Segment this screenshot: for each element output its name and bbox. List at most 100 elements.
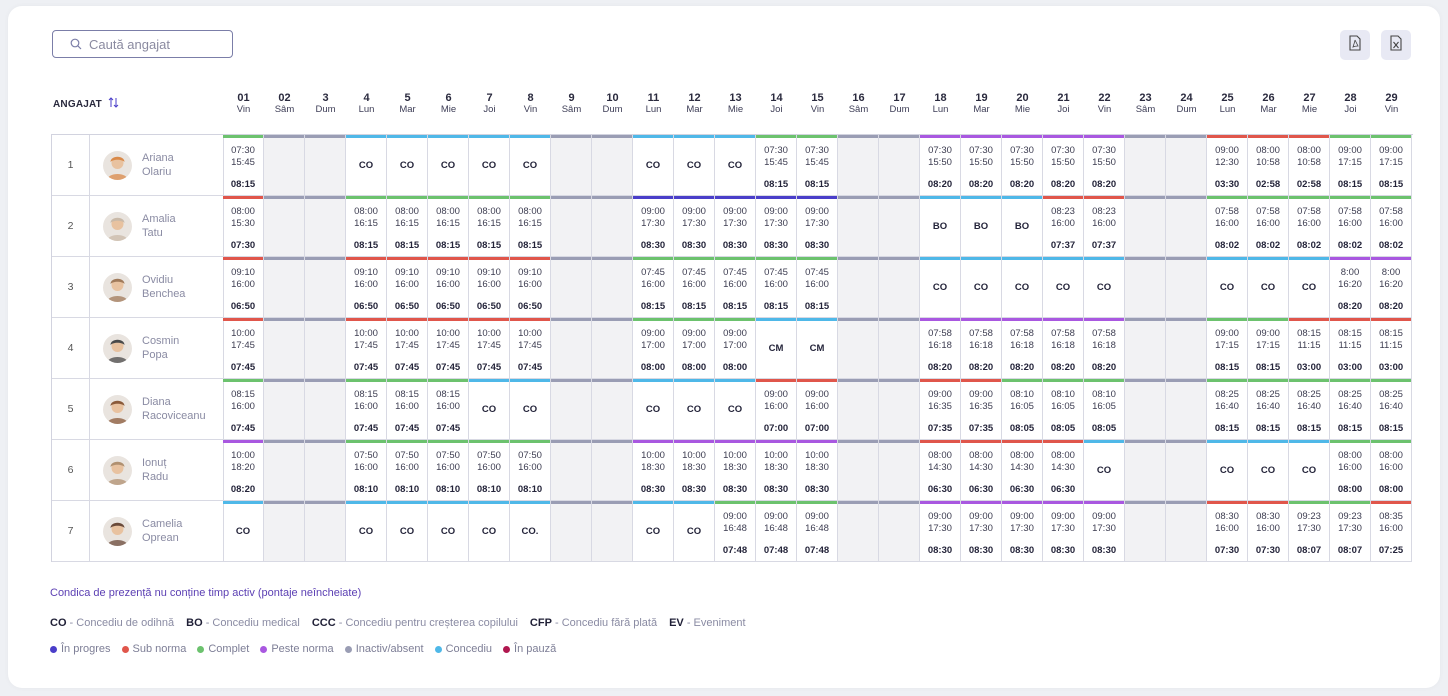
day-cell[interactable]: 10:00 17:45 07:45	[223, 318, 264, 379]
export-excel-button[interactable]	[1381, 30, 1411, 60]
employee-row[interactable]: 7 Camelia Oprean CO CO CO CO CO CO. CO CO 09:00 16:4…	[52, 501, 1413, 562]
day-cell[interactable]: 07:30 15:50 08:20	[920, 135, 961, 196]
employee-name[interactable]: Ariana Olariu	[142, 151, 174, 179]
day-cell[interactable]: 10:00 18:30 08:30	[674, 440, 715, 501]
day-cell[interactable]: 10:00 17:45 07:45	[428, 318, 469, 379]
day-cell[interactable]: CO	[1043, 257, 1084, 318]
day-cell[interactable]: 08:00 10:58 02:58	[1248, 135, 1289, 196]
day-cell[interactable]: 10:00 17:45 07:45	[510, 318, 551, 379]
day-cell[interactable]: CO	[346, 135, 387, 196]
day-cell[interactable]: 09:00 17:00 08:00	[715, 318, 756, 379]
employee-cell[interactable]: Diana Racoviceanu	[90, 379, 224, 440]
day-cell[interactable]: 07:58 16:18 08:20	[961, 318, 1002, 379]
day-cell[interactable]: 08:00 16:15 08:15	[428, 196, 469, 257]
day-cell[interactable]: CO	[223, 501, 264, 562]
day-cell[interactable]: 07:30 15:45 08:15	[756, 135, 797, 196]
day-cell[interactable]: 07:58 16:00 08:02	[1207, 196, 1248, 257]
employee-name[interactable]: Ionuț Radu	[142, 456, 168, 484]
day-cell[interactable]: 09:23 17:30 08:07	[1289, 501, 1330, 562]
employee-row[interactable]: 3 Ovidiu Benchea 09:10 16:00 06:50 09:10 16:00 0…	[52, 257, 1413, 318]
day-cell[interactable]: 07:30 15:50 08:20	[1084, 135, 1125, 196]
day-cell[interactable]: 08:25 16:40 08:15	[1248, 379, 1289, 440]
day-cell[interactable]: 08:00 16:15 08:15	[387, 196, 428, 257]
day-cell[interactable]: 07:50 16:00 08:10	[346, 440, 387, 501]
employee-cell[interactable]: Ariana Olariu	[90, 135, 224, 196]
day-cell[interactable]: 09:00 16:48 07:48	[756, 501, 797, 562]
search-box[interactable]	[52, 30, 233, 58]
day-cell[interactable]: CO	[469, 501, 510, 562]
day-cell[interactable]: 10:00 18:30 08:30	[633, 440, 674, 501]
day-cell[interactable]: 09:00 17:30 08:30	[797, 196, 838, 257]
day-cell[interactable]: CO	[920, 257, 961, 318]
day-cell[interactable]: CO	[346, 501, 387, 562]
day-cell[interactable]: 07:30 15:50 08:20	[1002, 135, 1043, 196]
employee-cell[interactable]: Ovidiu Benchea	[90, 257, 224, 318]
day-cell[interactable]: 07:50 16:00 08:10	[428, 440, 469, 501]
day-cell[interactable]: 08:23 16:00 07:37	[1043, 196, 1084, 257]
day-cell[interactable]: 08:25 16:40 08:15	[1371, 379, 1412, 440]
day-cell[interactable]: BO	[1002, 196, 1043, 257]
day-cell[interactable]: 09:10 16:00 06:50	[223, 257, 264, 318]
day-cell[interactable]: 07:45 16:00 08:15	[715, 257, 756, 318]
day-cell[interactable]: CO	[715, 135, 756, 196]
day-cell[interactable]: 09:10 16:00 06:50	[469, 257, 510, 318]
day-cell[interactable]: 09:00 17:00 08:00	[633, 318, 674, 379]
day-cell[interactable]: CO	[961, 257, 1002, 318]
day-cell[interactable]: 08:00 14:30 06:30	[1043, 440, 1084, 501]
day-cell[interactable]: 08:00 16:15 08:15	[469, 196, 510, 257]
day-cell[interactable]: 09:00 16:00 07:00	[756, 379, 797, 440]
employee-cell[interactable]: Camelia Oprean	[90, 501, 224, 562]
day-cell[interactable]: 08:23 16:00 07:37	[1084, 196, 1125, 257]
day-cell[interactable]: BO	[961, 196, 1002, 257]
day-cell[interactable]: 09:00 17:30 08:30	[1002, 501, 1043, 562]
day-cell[interactable]: 08:10 16:05 08:05	[1002, 379, 1043, 440]
day-cell[interactable]: 07:58 16:00 08:02	[1248, 196, 1289, 257]
day-cell[interactable]: CO	[469, 135, 510, 196]
day-cell[interactable]: CO	[428, 135, 469, 196]
employee-row[interactable]: 2 Amalia Tatu 08:00 15:30 07:30 08:00 16:15 08:1…	[52, 196, 1413, 257]
day-cell[interactable]: 08:00 14:30 06:30	[1002, 440, 1043, 501]
day-cell[interactable]: 08:00 10:58 02:58	[1289, 135, 1330, 196]
day-cell[interactable]: 07:58 16:00 08:02	[1330, 196, 1371, 257]
sort-arrows-icon[interactable]	[108, 97, 119, 111]
day-cell[interactable]: 07:45 16:00 08:15	[633, 257, 674, 318]
day-cell[interactable]: 09:00 16:48 07:48	[715, 501, 756, 562]
day-cell[interactable]: 09:00 16:00 07:00	[797, 379, 838, 440]
day-cell[interactable]: CO	[428, 501, 469, 562]
day-cell[interactable]: CO	[510, 379, 551, 440]
day-cell[interactable]: 07:50 16:00 08:10	[510, 440, 551, 501]
employee-name[interactable]: Cosmin Popa	[142, 334, 179, 362]
day-cell[interactable]: 08:15 11:15 03:00	[1330, 318, 1371, 379]
day-cell[interactable]: BO	[920, 196, 961, 257]
day-cell[interactable]: 08:15 16:00 07:45	[346, 379, 387, 440]
day-cell[interactable]: CO	[715, 379, 756, 440]
day-cell[interactable]: 08:00 14:30 06:30	[920, 440, 961, 501]
day-cell[interactable]: 08:25 16:40 08:15	[1330, 379, 1371, 440]
day-cell[interactable]: 09:00 17:30 08:30	[715, 196, 756, 257]
day-cell[interactable]: CO	[387, 135, 428, 196]
day-cell[interactable]: CO	[510, 135, 551, 196]
day-cell[interactable]: CO	[469, 379, 510, 440]
employee-cell[interactable]: Amalia Tatu	[90, 196, 224, 257]
day-cell[interactable]: 08:00 16:00 08:00	[1330, 440, 1371, 501]
day-cell[interactable]: 09:00 17:15 08:15	[1248, 318, 1289, 379]
day-cell[interactable]: 07:45 16:00 08:15	[797, 257, 838, 318]
day-cell[interactable]: 09:00 17:00 08:00	[674, 318, 715, 379]
employee-row[interactable]: 6 Ionuț Radu 10:00 18:20 08:20 07:50 16:00 08:10…	[52, 440, 1413, 501]
day-cell[interactable]: CM	[756, 318, 797, 379]
day-cell[interactable]: 07:30 15:50 08:20	[961, 135, 1002, 196]
day-cell[interactable]: CO.	[510, 501, 551, 562]
day-cell[interactable]: CO	[1207, 440, 1248, 501]
day-cell[interactable]: 07:45 16:00 08:15	[674, 257, 715, 318]
day-cell[interactable]: 10:00 17:45 07:45	[469, 318, 510, 379]
day-cell[interactable]: 10:00 18:30 08:30	[797, 440, 838, 501]
day-cell[interactable]: CO	[633, 379, 674, 440]
day-cell[interactable]: 8:00 16:20 08:20	[1371, 257, 1412, 318]
day-cell[interactable]: 09:00 17:15 08:15	[1371, 135, 1412, 196]
employee-column-header[interactable]: ANGAJAT	[53, 97, 119, 111]
day-cell[interactable]: CO	[674, 135, 715, 196]
export-pdf-button[interactable]	[1340, 30, 1370, 60]
day-cell[interactable]: CO	[1248, 257, 1289, 318]
day-cell[interactable]: CO	[1084, 440, 1125, 501]
day-cell[interactable]: CO	[1289, 440, 1330, 501]
